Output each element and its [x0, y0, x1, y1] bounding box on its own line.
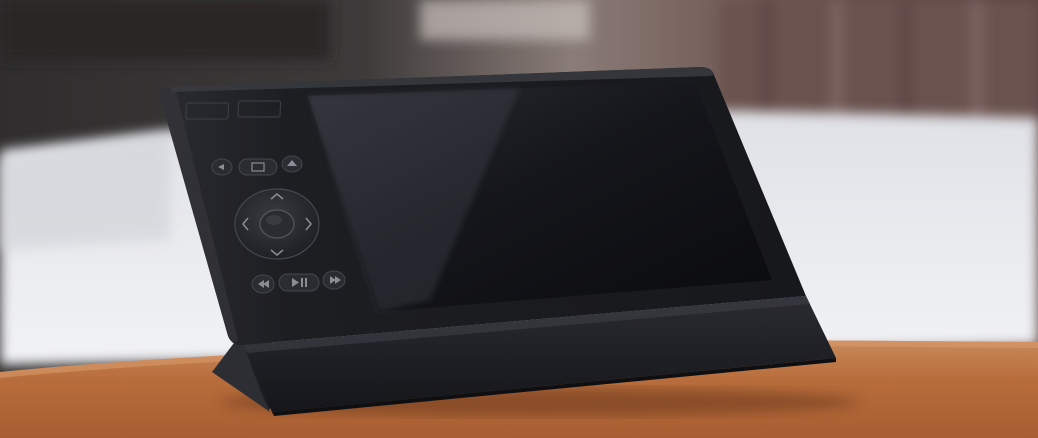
fast-forward-icon[interactable] — [322, 270, 346, 290]
menu-icon[interactable] — [238, 158, 278, 176]
home-icon[interactable] — [281, 155, 303, 173]
dpad[interactable] — [234, 188, 320, 260]
ok-button[interactable] — [259, 209, 295, 239]
rewind-icon[interactable] — [251, 274, 275, 294]
back-icon[interactable] — [211, 158, 233, 176]
play-pause-icon[interactable] — [278, 273, 320, 292]
scene-svg — [0, 0, 1038, 438]
photo-scene — [0, 0, 1038, 438]
